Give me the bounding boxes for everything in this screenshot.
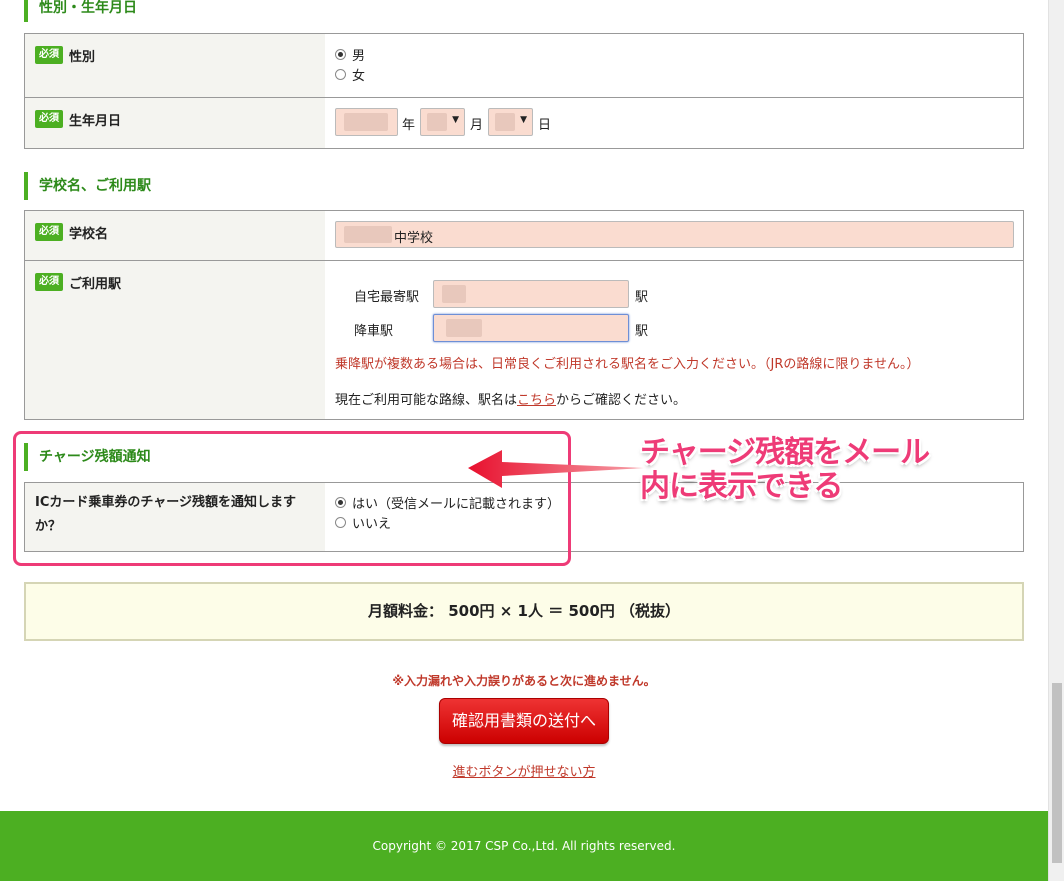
- station-note-red: 乗降駅が複数ある場合は、日常良くご利用される駅名をご入力ください。（JRの路線に…: [335, 357, 920, 372]
- annotation-callout: チャージ残額をメール 内に表示できる: [640, 435, 930, 504]
- submit-button[interactable]: 確認用書類の送付へ: [439, 698, 609, 744]
- gender-birth-table: 必須 性別 男 女 必須 生年月日 年 ▼ 月 ▼ 日: [24, 33, 1024, 149]
- page: 性別・生年月日 必須 性別 男 女 必須 生年月日 年 ▼ 月 ▼ 日 学校名、…: [0, 0, 1048, 881]
- home-station-label: 自宅最寄駅: [354, 290, 420, 305]
- day-unit: 日: [538, 118, 552, 133]
- school-name-value: 中学校: [394, 231, 434, 246]
- radio-unchecked-icon: [335, 68, 346, 80]
- station-label: ご利用駅: [69, 277, 122, 292]
- station-header: 必須 ご利用駅: [25, 261, 325, 419]
- scrollbar-thumb[interactable]: [1052, 683, 1062, 863]
- birth-year-input[interactable]: [335, 108, 398, 136]
- cannot-press-button-link[interactable]: 進むボタンが押せない方: [452, 765, 595, 780]
- school-name-input[interactable]: 中学校: [335, 221, 1014, 248]
- birth-label: 生年月日: [69, 114, 122, 129]
- year-unit: 年: [402, 118, 416, 133]
- help-link-container: 進むボタンが押せない方: [0, 761, 1048, 780]
- footer-copyright: Copyright © 2017 CSP Co.,Ltd. All rights…: [0, 811, 1048, 881]
- gender-row: 必須 性別 男 女: [25, 34, 1023, 97]
- dropdown-arrow-icon: ▼: [520, 115, 527, 125]
- home-station-input[interactable]: [433, 280, 629, 308]
- required-badge: 必須: [35, 110, 63, 128]
- dropdown-arrow-icon: ▼: [452, 115, 459, 125]
- exit-station-input[interactable]: [433, 314, 629, 342]
- school-header: 必須 学校名: [25, 211, 325, 260]
- school-row: 必須 学校名 中学校: [25, 211, 1023, 260]
- vertical-scrollbar[interactable]: [1048, 0, 1064, 881]
- birth-header: 必須 生年月日: [25, 98, 325, 148]
- annotation-arrow-icon: [468, 450, 644, 488]
- birth-row: 必須 生年月日 年 ▼ 月 ▼ 日: [25, 97, 1023, 148]
- exit-station-unit: 駅: [635, 324, 649, 339]
- birth-month-select[interactable]: ▼: [420, 108, 465, 136]
- school-station-table: 必須 学校名 中学校 必須 ご利用駅 自宅最寄駅 駅 降車駅 駅 乗降駅が複数あ…: [24, 210, 1024, 420]
- required-badge: 必須: [35, 273, 63, 291]
- radio-checked-icon: [335, 48, 346, 60]
- required-badge: 必須: [35, 46, 63, 64]
- station-row: 必須 ご利用駅 自宅最寄駅 駅 降車駅 駅 乗降駅が複数ある場合は、日常良くご利…: [25, 260, 1023, 419]
- section-title-gender-birth: 性別・生年月日: [24, 0, 137, 22]
- month-unit: 月: [470, 118, 484, 133]
- gender-option-female[interactable]: 女: [335, 64, 1013, 84]
- monthly-fee-box: 月額料金： 500円 × 1人 ＝ 500円 （税抜）: [24, 582, 1024, 641]
- input-warning: ※入力漏れや入力誤りがあると次に進めません。: [392, 674, 656, 688]
- school-label: 学校名: [69, 227, 109, 242]
- birth-day-select[interactable]: ▼: [488, 108, 533, 136]
- required-badge: 必須: [35, 223, 63, 241]
- station-note: 現在ご利用可能な路線、駅名はこちらからご確認ください。: [335, 393, 687, 408]
- exit-station-label: 降車駅: [354, 324, 394, 339]
- station-list-link[interactable]: こちら: [517, 393, 556, 408]
- gender-header: 必須 性別: [25, 34, 325, 97]
- gender-option-male[interactable]: 男: [335, 44, 1013, 64]
- gender-label: 性別: [69, 50, 96, 65]
- home-station-unit: 駅: [635, 290, 649, 305]
- section-title-school-station: 学校名、ご利用駅: [24, 172, 151, 200]
